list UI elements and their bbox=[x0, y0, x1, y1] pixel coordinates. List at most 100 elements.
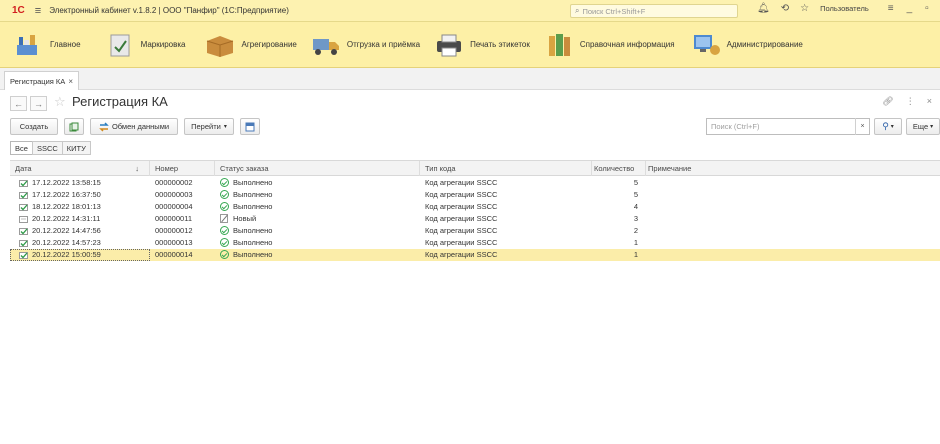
favorite-star-icon[interactable]: ☆ bbox=[54, 94, 66, 110]
document-posted-icon bbox=[19, 203, 28, 211]
table-row[interactable]: 20.12.2022 14:57:23 000000013 Выполнено Код… bbox=[10, 237, 940, 249]
tab-registration-ka[interactable]: Регистрация КА × bbox=[4, 71, 79, 90]
cell-status-text: Выполнено bbox=[233, 226, 273, 235]
cell-quantity: 1 bbox=[633, 238, 638, 247]
filter-kitu[interactable]: КИТУ bbox=[61, 141, 91, 155]
cell-quantity: 1 bbox=[633, 250, 638, 259]
favorites-star-icon[interactable]: ☆ bbox=[800, 3, 809, 14]
check-circle-icon bbox=[220, 237, 229, 247]
close-tab-icon[interactable]: × bbox=[68, 77, 73, 86]
data-exchange-button[interactable]: Обмен данными bbox=[90, 118, 178, 135]
code-type-filter: Все SSCC КИТУ bbox=[10, 141, 91, 155]
list-search-input[interactable]: Поиск (Ctrl+F) × bbox=[706, 118, 870, 135]
column-quantity[interactable]: Количество bbox=[592, 161, 646, 176]
settings-menu-icon[interactable]: ≡ bbox=[888, 3, 894, 14]
cell-number: 000000003 bbox=[155, 190, 193, 199]
marking-section-icon bbox=[105, 33, 135, 57]
filter-sscc[interactable]: SSCC bbox=[31, 141, 63, 155]
cell-status-text: Выполнено bbox=[233, 250, 273, 259]
minimize-icon[interactable]: _ bbox=[907, 3, 913, 14]
filter-all[interactable]: Все bbox=[10, 141, 33, 155]
goto-label: Перейти bbox=[191, 122, 221, 131]
list-settings-button[interactable] bbox=[240, 118, 260, 135]
section-label: Печать этикеток bbox=[470, 40, 530, 49]
cell-status-text: Выполнено bbox=[233, 178, 273, 187]
cell-status-text: Выполнено bbox=[233, 202, 273, 211]
table-row[interactable]: 20.12.2022 14:47:56 000000012 Выполнено Код… bbox=[10, 225, 940, 237]
clear-search-icon[interactable]: × bbox=[855, 118, 869, 135]
table-row[interactable]: 17.12.2022 13:58:15 000000002 Выполнено Код… bbox=[10, 177, 940, 189]
document-posted-icon bbox=[19, 191, 28, 199]
section-admin[interactable]: Администрирование bbox=[675, 22, 803, 68]
column-date[interactable]: Дата ↓ bbox=[10, 161, 150, 176]
search-icon: ⚲ bbox=[882, 121, 889, 131]
cell-quantity: 3 bbox=[633, 214, 638, 223]
copy-button[interactable] bbox=[64, 118, 84, 135]
cell-date: 17.12.2022 16:37:50 bbox=[19, 189, 149, 201]
table-row[interactable]: 20.12.2022 14:31:11 000000011 Новый Код агр… bbox=[10, 213, 940, 225]
table-row[interactable]: 17.12.2022 16:37:50 000000003 Выполнено Код… bbox=[10, 189, 940, 201]
section-label: Отгрузка и приёмка bbox=[346, 40, 421, 49]
check-circle-icon bbox=[220, 177, 229, 187]
cell-status: Новый bbox=[220, 213, 410, 225]
back-button[interactable]: ← bbox=[10, 96, 27, 111]
column-number[interactable]: Номер bbox=[150, 161, 215, 176]
column-code-type[interactable]: Тип кода bbox=[420, 161, 592, 176]
window-icon[interactable]: ▫ bbox=[925, 3, 929, 14]
admin-section-icon bbox=[691, 33, 721, 57]
main-menu-icon[interactable]: ≡ bbox=[35, 5, 41, 17]
cell-number: 000000011 bbox=[155, 214, 192, 223]
more-vertical-icon[interactable]: ⋮ bbox=[906, 96, 915, 107]
tab-label: Регистрация КА bbox=[10, 76, 66, 86]
cell-date: 20.12.2022 14:57:23 bbox=[19, 237, 149, 249]
cell-note bbox=[650, 177, 930, 189]
cell-number: 000000014 bbox=[155, 250, 193, 259]
link-icon[interactable]: 🔗︎ bbox=[882, 96, 893, 107]
cell-note bbox=[650, 225, 930, 237]
global-search-input[interactable]: ⌕ Поиск Ctrl+Shift+F bbox=[570, 4, 738, 18]
history-icon[interactable]: ⟲ bbox=[781, 3, 789, 14]
section-reference[interactable]: Справочная информация bbox=[530, 22, 675, 68]
data-exchange-label: Обмен данными bbox=[111, 122, 170, 131]
cell-date: 18.12.2022 18:01:13 bbox=[19, 201, 149, 213]
forward-button[interactable]: → bbox=[30, 96, 47, 111]
section-print-labels[interactable]: Печать этикеток bbox=[420, 22, 530, 68]
section-main[interactable]: Главное bbox=[0, 22, 81, 68]
column-status[interactable]: Статус заказа bbox=[215, 161, 420, 176]
section-label: Справочная информация bbox=[579, 40, 675, 49]
section-marking[interactable]: Маркировка bbox=[81, 22, 185, 68]
cell-date-text: 20.12.2022 14:47:56 bbox=[32, 226, 101, 235]
bell-icon[interactable]: 🔔︎ bbox=[757, 3, 770, 14]
cell-date-text: 17.12.2022 13:58:15 bbox=[32, 178, 101, 187]
window-title: Электронный кабинет v.1.8.2 | ООО "Панфи… bbox=[49, 6, 289, 15]
table-row[interactable]: 20.12.2022 15:00:59 000000014 Выполнено Код… bbox=[10, 249, 940, 261]
cell-note bbox=[650, 189, 930, 201]
global-search-placeholder: Поиск Ctrl+Shift+F bbox=[582, 6, 646, 16]
cell-status: Выполнено bbox=[220, 249, 410, 261]
cell-date-text: 20.12.2022 14:31:11 bbox=[32, 214, 101, 223]
table-row[interactable]: 18.12.2022 18:01:13 000000004 Выполнено Код… bbox=[10, 201, 940, 213]
search-dropdown-button[interactable]: ⚲ ▾ bbox=[874, 118, 902, 135]
draft-status-icon bbox=[220, 213, 228, 223]
column-note[interactable]: Примечание bbox=[646, 161, 940, 176]
form-toolbar: Создать Обмен данными Перейти ▾ Поиск (C… bbox=[0, 118, 940, 138]
cell-status: Выполнено bbox=[220, 189, 410, 201]
focus-frame bbox=[10, 249, 150, 261]
goto-dropdown-button[interactable]: Перейти ▾ bbox=[184, 118, 234, 135]
create-button[interactable]: Создать bbox=[10, 118, 58, 135]
close-form-icon[interactable]: × bbox=[927, 96, 932, 107]
cell-date: 20.12.2022 14:31:11 bbox=[19, 213, 149, 225]
table-header: Дата ↓ Номер Статус заказа Тип кода Коли… bbox=[10, 161, 940, 176]
user-label[interactable]: Пользователь bbox=[820, 4, 869, 13]
page-title: Регистрация КА bbox=[72, 94, 168, 109]
section-aggregation[interactable]: Агрегирование bbox=[185, 22, 297, 68]
more-actions-button[interactable]: Еще ▾ bbox=[906, 118, 940, 135]
cell-code-type: Код агрегации SSCC bbox=[425, 250, 498, 259]
section-shipping[interactable]: Отгрузка и приёмка bbox=[297, 22, 420, 68]
chevron-down-icon: ▾ bbox=[223, 124, 227, 130]
column-date-label: Дата bbox=[15, 164, 32, 173]
document-posted-icon bbox=[19, 239, 28, 247]
section-label: Агрегирование bbox=[241, 40, 297, 49]
cell-code-type: Код агрегации SSCC bbox=[425, 226, 498, 235]
app-window: 1С ≡ Электронный кабинет v.1.8.2 | ООО "… bbox=[0, 0, 940, 444]
